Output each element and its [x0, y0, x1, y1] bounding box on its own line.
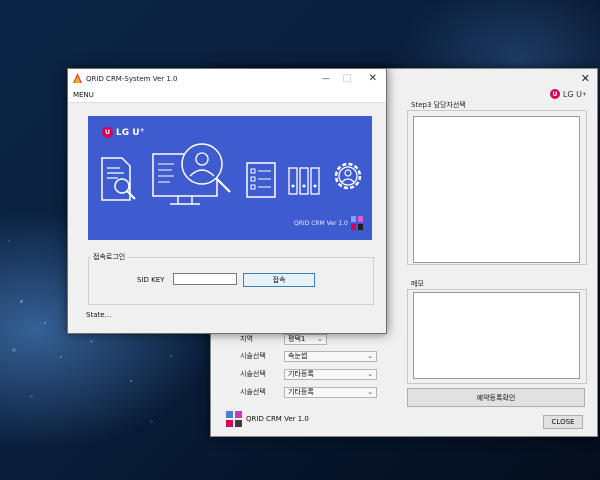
- login-group: SID KEY 접속: [88, 257, 374, 305]
- procedure-select-1-value: 속눈썹: [288, 352, 308, 360]
- qrid-logo-icon: [226, 411, 242, 427]
- binders-icon: [288, 167, 320, 195]
- app-icon: [73, 73, 82, 83]
- monitor-user-icon: [152, 143, 231, 205]
- procedure-row-3: 시술선택 기타등록 ⌄: [240, 386, 380, 398]
- procedure-label-3: 시술선택: [240, 388, 266, 396]
- back-window-close-button[interactable]: ✕: [581, 72, 590, 85]
- menu-bar: MENU: [68, 89, 386, 103]
- logo-plus: +: [581, 90, 587, 98]
- crm-banner: U LG U + QRID CRM Ver 1.0: [88, 116, 372, 240]
- close-button[interactable]: CLOSE: [543, 415, 583, 429]
- checklist-icon: [246, 162, 276, 198]
- status-text: State...: [86, 311, 112, 319]
- procedure-select-3[interactable]: 기타등록 ⌄: [284, 386, 377, 398]
- chevron-down-icon: ⌄: [367, 370, 373, 378]
- menu-item[interactable]: MENU: [73, 91, 94, 99]
- document-search-icon: [101, 157, 136, 201]
- login-window: QRID CRM-System Ver 1.0 — □ ✕ MENU U LG …: [67, 68, 387, 334]
- memo-textarea[interactable]: [413, 292, 580, 379]
- chevron-down-icon: ⌄: [367, 388, 373, 396]
- region-select-value: 평택1: [288, 335, 306, 343]
- banner-logo: U LG U +: [102, 127, 145, 138]
- banner-logo-text: LG U: [116, 127, 140, 138]
- lg-logo-icon: U: [102, 127, 113, 138]
- window-close-button[interactable]: ✕: [369, 73, 377, 84]
- procedure-select-2-value: 기타등록: [288, 370, 314, 378]
- sid-key-input[interactable]: [173, 273, 237, 285]
- qrid-logo-icon: [350, 216, 363, 230]
- chevron-down-icon: ⌄: [317, 335, 323, 343]
- step3-label: Step3 담당자선택: [411, 101, 466, 109]
- banner-logo-plus: +: [139, 126, 145, 134]
- lg-logo-icon: U: [549, 89, 560, 99]
- chevron-down-icon: ⌄: [367, 352, 373, 360]
- region-label: 지역: [240, 335, 253, 343]
- lg-uplus-logo: U LG U +: [549, 89, 587, 99]
- logo-text: LG U: [562, 89, 582, 99]
- staff-listbox[interactable]: [413, 116, 580, 263]
- memo-label: 메모: [411, 280, 424, 288]
- title-bar[interactable]: QRID CRM-System Ver 1.0 — □ ✕: [68, 69, 386, 89]
- procedure-label-1: 시술선택: [240, 352, 266, 360]
- procedure-select-3-value: 기타등록: [288, 388, 314, 396]
- footer-brand: QRID CRM Ver 1.0: [226, 411, 309, 427]
- banner-version-text: QRID CRM Ver 1.0: [294, 219, 348, 227]
- procedure-select-2[interactable]: 기타등록 ⌄: [284, 368, 377, 380]
- region-row: 지역 평택1 ⌄: [240, 333, 380, 345]
- region-select[interactable]: 평택1 ⌄: [284, 333, 327, 345]
- window-title: QRID CRM-System Ver 1.0: [86, 75, 178, 83]
- footer-version: QRID CRM Ver 1.0: [246, 415, 309, 423]
- banner-version: QRID CRM Ver 1.0: [294, 216, 363, 230]
- connect-button[interactable]: 접속: [243, 273, 315, 287]
- reserve-confirm-button[interactable]: 예약등록확인: [407, 388, 585, 407]
- gear-user-icon: [334, 162, 362, 190]
- sid-key-label: SID KEY: [137, 276, 165, 284]
- procedure-row-1: 시술선택 속눈썹 ⌄: [240, 350, 380, 362]
- maximize-button[interactable]: □: [343, 73, 352, 84]
- procedure-select-1[interactable]: 속눈썹 ⌄: [284, 350, 377, 362]
- login-group-title: 접속로그인: [91, 252, 128, 262]
- procedure-label-2: 시술선택: [240, 370, 266, 378]
- procedure-row-2: 시술선택 기타등록 ⌄: [240, 368, 380, 380]
- minimize-button[interactable]: —: [322, 74, 330, 83]
